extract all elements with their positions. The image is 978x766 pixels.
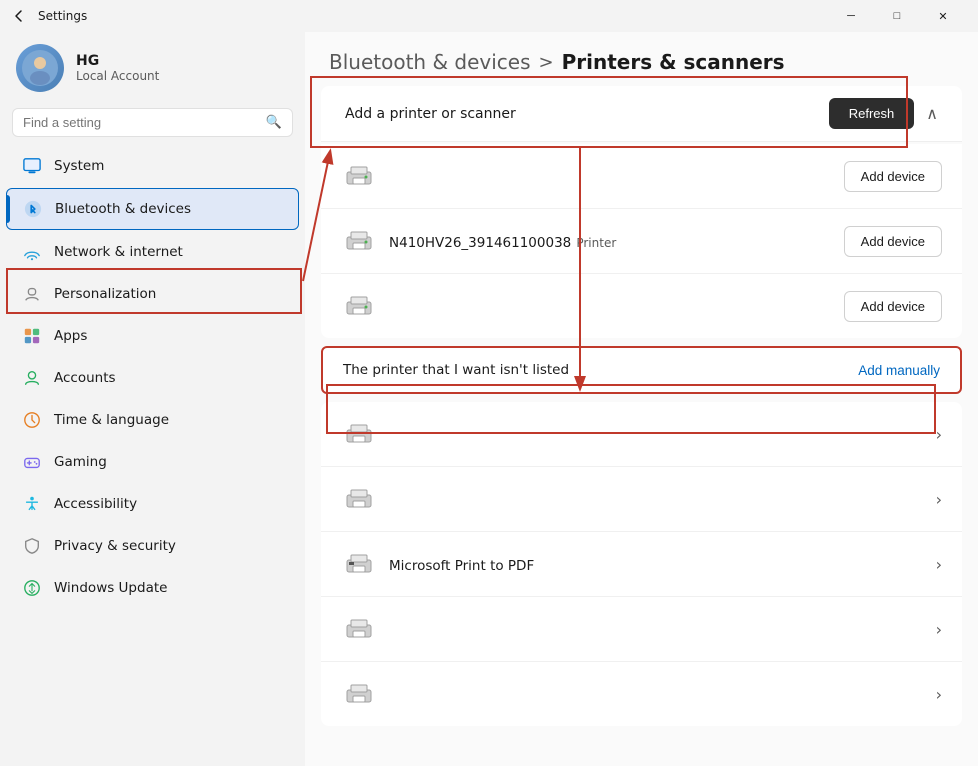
update-icon — [22, 578, 42, 598]
sidebar-label-accessibility: Accessibility — [54, 496, 137, 512]
printer-icon — [341, 288, 377, 324]
titlebar: Settings ─ □ ✕ — [0, 0, 978, 32]
sidebar: HG Local Account 🔍 System Bluetooth & de… — [0, 32, 305, 766]
device-type: Printer — [576, 236, 616, 250]
chevron-right-icon: › — [936, 425, 942, 444]
add-device-button-2[interactable]: Add device — [844, 226, 942, 257]
network-icon — [22, 242, 42, 262]
accounts-icon — [22, 368, 42, 388]
sidebar-label-apps: Apps — [54, 328, 87, 344]
chevron-right-icon: › — [936, 490, 942, 509]
search-box[interactable]: 🔍 — [12, 108, 293, 137]
printer-icon — [341, 481, 377, 517]
back-button[interactable] — [12, 9, 26, 23]
bottom-device-row[interactable]: › — [321, 402, 962, 467]
user-info: HG Local Account — [76, 53, 159, 83]
minimize-button[interactable]: ─ — [828, 0, 874, 32]
sidebar-item-personalization[interactable]: Personalization — [6, 274, 299, 314]
add-printer-row: Add a printer or scanner Refresh ∧ — [321, 86, 962, 142]
maximize-button[interactable]: □ — [874, 0, 920, 32]
sidebar-item-update[interactable]: Windows Update — [6, 568, 299, 608]
sidebar-label-system: System — [54, 158, 104, 174]
sidebar-item-bluetooth[interactable]: Bluetooth & devices — [6, 188, 299, 230]
sidebar-label-accounts: Accounts — [54, 370, 116, 386]
sidebar-label-personalization: Personalization — [54, 286, 156, 302]
sidebar-item-privacy[interactable]: Privacy & security — [6, 526, 299, 566]
breadcrumb-current: Printers & scanners — [562, 50, 785, 74]
device-name: Microsoft Print to PDF — [389, 558, 534, 574]
chevron-right-icon: › — [936, 555, 942, 574]
add-manually-button[interactable]: Add manually — [858, 363, 940, 378]
apps-icon — [22, 326, 42, 346]
printer-icon — [341, 416, 377, 452]
bottom-device-row[interactable]: › — [321, 662, 962, 726]
bottom-devices-list: › › — [321, 402, 962, 726]
sidebar-label-bluetooth: Bluetooth & devices — [55, 201, 191, 217]
device-row[interactable]: N410HV26_391461100038 Printer Add device — [321, 209, 962, 274]
sidebar-item-accounts[interactable]: Accounts — [6, 358, 299, 398]
device-row[interactable]: Add device — [321, 274, 962, 338]
device-info: Microsoft Print to PDF — [389, 555, 936, 574]
breadcrumb-separator: > — [539, 52, 554, 73]
sidebar-item-time[interactable]: Time & language — [6, 400, 299, 440]
search-input[interactable] — [23, 115, 258, 130]
bluetooth-icon — [23, 199, 43, 219]
add-device-button[interactable]: Add device — [844, 161, 942, 192]
not-listed-label: The printer that I want isn't listed — [343, 362, 569, 378]
app-title: Settings — [38, 9, 816, 23]
sidebar-label-gaming: Gaming — [54, 454, 107, 470]
bottom-device-row[interactable]: › — [321, 467, 962, 532]
device-row[interactable]: Add device — [321, 144, 962, 209]
avatar — [16, 44, 64, 92]
devices-list: Add device N410HV26_391461100038 Printer — [321, 144, 962, 338]
breadcrumb-parent[interactable]: Bluetooth & devices — [329, 50, 531, 74]
chevron-right-icon: › — [936, 685, 942, 704]
printer-icon — [341, 676, 377, 712]
printer-icon — [341, 546, 377, 582]
time-icon — [22, 410, 42, 430]
bottom-device-row[interactable]: › — [321, 597, 962, 662]
sidebar-item-apps[interactable]: Apps — [6, 316, 299, 356]
printer-icon — [341, 158, 377, 194]
sidebar-label-time: Time & language — [54, 412, 169, 428]
window-controls: ─ □ ✕ — [828, 0, 966, 32]
close-button[interactable]: ✕ — [920, 0, 966, 32]
device-name: N410HV26_391461100038 — [389, 235, 571, 251]
device-info: N410HV26_391461100038 Printer — [389, 232, 844, 251]
printer-icon — [341, 611, 377, 647]
add-device-button-3[interactable]: Add device — [844, 291, 942, 322]
not-listed-row[interactable]: The printer that I want isn't listed Add… — [321, 346, 962, 394]
sidebar-label-update: Windows Update — [54, 580, 167, 596]
sidebar-label-privacy: Privacy & security — [54, 538, 176, 554]
app-body: HG Local Account 🔍 System Bluetooth & de… — [0, 32, 978, 766]
breadcrumb: Bluetooth & devices > Printers & scanner… — [305, 32, 978, 86]
sidebar-item-network[interactable]: Network & internet — [6, 232, 299, 272]
refresh-label: Refresh — [849, 106, 895, 121]
sidebar-item-accessibility[interactable]: Accessibility — [6, 484, 299, 524]
avatar-image — [16, 44, 64, 92]
user-account-type: Local Account — [76, 69, 159, 83]
sidebar-item-gaming[interactable]: Gaming — [6, 442, 299, 482]
user-section: HG Local Account — [0, 32, 305, 108]
accessibility-icon — [22, 494, 42, 514]
bottom-device-row[interactable]: Microsoft Print to PDF › — [321, 532, 962, 597]
gaming-icon — [22, 452, 42, 472]
system-icon — [22, 156, 42, 176]
chevron-right-icon: › — [936, 620, 942, 639]
printer-icon — [341, 223, 377, 259]
main-content: Bluetooth & devices > Printers & scanner… — [305, 32, 978, 766]
personalization-icon — [22, 284, 42, 304]
sidebar-item-system[interactable]: System — [6, 146, 299, 186]
sidebar-label-network: Network & internet — [54, 244, 183, 260]
add-printer-label: Add a printer or scanner — [345, 106, 516, 122]
refresh-button[interactable]: Refresh — [829, 98, 915, 129]
user-name: HG — [76, 53, 159, 69]
search-icon: 🔍 — [266, 115, 282, 130]
collapse-button[interactable]: ∧ — [926, 104, 938, 124]
privacy-icon — [22, 536, 42, 556]
